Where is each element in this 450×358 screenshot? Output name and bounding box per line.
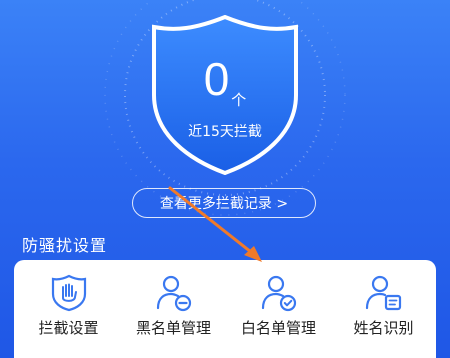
- user-minus-icon: [156, 275, 192, 312]
- blacklist-management-item[interactable]: 黑名单管理: [121, 260, 226, 358]
- name-recognition-item[interactable]: 姓名识别: [331, 260, 436, 358]
- whitelist-management-item[interactable]: 白名单管理: [226, 260, 331, 358]
- interception-shield: 0个 近15天拦截: [150, 14, 300, 176]
- section-title: 防骚扰设置: [22, 236, 108, 255]
- name-recognition-label: 姓名识别: [353, 319, 414, 337]
- interception-count: 0个: [203, 53, 247, 109]
- block-settings-item[interactable]: 拦截设置: [16, 260, 121, 358]
- count-unit: 个: [231, 92, 247, 109]
- hand-shield-icon: [51, 274, 87, 312]
- view-more-records-button[interactable]: 查看更多拦截记录 >: [132, 188, 316, 218]
- blacklist-management-label: 黑名单管理: [135, 319, 211, 337]
- interception-caption: 近15天拦截: [188, 124, 262, 140]
- user-check-icon: [261, 275, 297, 312]
- whitelist-management-label: 白名单管理: [240, 319, 316, 337]
- user-card-icon: [365, 275, 402, 311]
- settings-card: 拦截设置 黑名单管理 白名单管理 姓名识别: [14, 260, 436, 358]
- block-settings-label: 拦截设置: [38, 319, 99, 337]
